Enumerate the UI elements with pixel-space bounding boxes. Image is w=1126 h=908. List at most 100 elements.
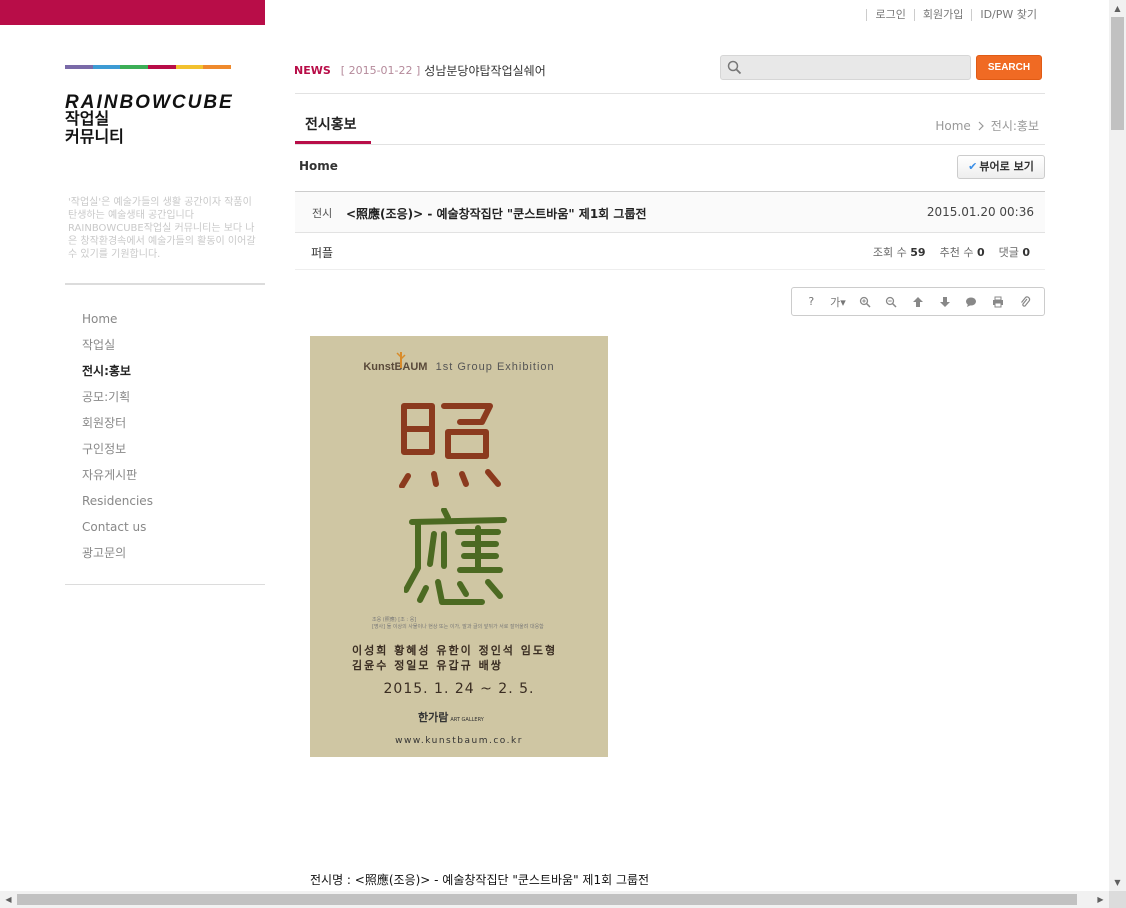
scroll-right-icon[interactable]: ▶ [1092,891,1109,908]
arrow-up-icon[interactable] [908,296,928,308]
post-author[interactable]: 퍼플 [311,244,333,261]
viewer-button[interactable]: ✔ 뷰어로 보기 [957,155,1045,179]
sidebar-item-contact[interactable]: Contact us [82,517,153,543]
breadcrumb-home[interactable]: Home [935,119,970,133]
poster-dates: 2015. 1. 24 ~ 2. 5. [383,681,535,697]
poster-definition: 조응 (照應) [조 : 응] [명사] 둘 이상의 사물이나 현상 또는 이가… [372,617,572,631]
login-link[interactable]: 로그인 [866,9,913,21]
search-box [720,55,971,80]
views-count: 59 [910,246,926,259]
poster-artists-line1: 이성희 황혜성 유한이 정인석 임도형 [352,644,558,657]
sidebar-item-jobs[interactable]: 구인정보 [82,439,153,465]
horizontal-scrollbar[interactable]: ◀ ▶ [0,891,1109,908]
top-accent-bar [0,0,265,25]
print-icon[interactable] [988,296,1008,308]
arrow-down-icon[interactable] [935,296,955,308]
logo-kr-line1: 작업실 [65,109,110,128]
help-button[interactable]: ? [801,295,821,308]
comments-count: 0 [1022,246,1030,259]
poster-gallery-name: 한가람 [418,711,449,724]
horizontal-scroll-thumb[interactable] [17,894,1077,905]
sidebar-item-residencies[interactable]: Residencies [82,491,153,517]
poster-heading: KunstBAUM 1st Group Exhibition [310,361,608,373]
news-date: [ 2015-01-22 ] [340,64,421,77]
attachment-icon[interactable] [1015,295,1035,308]
poster-artists-line2: 김윤수 정일모 유갑규 배쌍 [352,659,503,672]
breadcrumb: Home 전시:홍보 [935,117,1039,134]
sidebar-item-free-board[interactable]: 자유게시판 [82,465,153,491]
title-divider [295,144,1045,145]
site-logo-korean[interactable]: 작업실 커뮤니티 [65,110,165,146]
comments-stat: 댓글 0 [999,244,1030,260]
views-stat: 조회 수 59 [873,244,926,260]
exhibition-poster: KunstBAUM 1st Group Exhibition 조응 (照應) [… [310,336,608,757]
rainbow-segment [120,65,149,69]
scroll-up-icon[interactable]: ▲ [1109,0,1126,17]
poster-gallery: 한가람 ART GALLERY [418,709,484,725]
breadcrumb-current[interactable]: 전시:홍보 [991,117,1039,134]
search-icon [727,60,742,75]
sidebar-divider [65,283,265,285]
vertical-scrollbar[interactable]: ▲ ▼ [1109,0,1126,891]
zoom-out-icon[interactable] [881,296,901,308]
viewer-button-label: 뷰어로 보기 [979,160,1034,173]
post-title: <照應(조응)> - 예술창작집단 "쿤스트바움" 제1회 그룹전 [346,207,647,221]
home-label: Home [299,159,338,173]
font-size-button[interactable]: 가▾ [828,294,848,310]
header-divider [295,93,1045,94]
post-stats: 조회 수 59 추천 수 0 댓글 0 [873,244,1030,260]
poster-calligraphy-jo-icon [399,403,501,488]
chevron-right-icon [978,121,984,130]
poster-definition-line1: 조응 (照應) [조 : 응] [372,617,417,623]
poster-calligraphy-eung-icon [404,508,507,605]
sidebar-nav: Home 작업실 전시:홍보 공모:기획 회원장터 구인정보 자유게시판 Res… [82,309,153,569]
site-intro: '작업실'은 예술가들의 생활 공간이자 작품이 탄생하는 예술생태 공간입니다… [68,197,256,260]
rainbow-segment [175,65,204,69]
poster-url: www.kunstbaum.co.kr [395,736,523,746]
poster-definition-line2: [명사] 둘 이상의 사물이나 현상 또는 이가, 말과 글의 앞뒤가 서로 잘… [372,624,544,630]
check-icon: ✔ [968,160,978,173]
post-header-divider [295,232,1045,233]
recommend-stat: 추천 수 0 [940,244,985,260]
sidebar-item-studio[interactable]: 작업실 [82,335,153,361]
sidebar-item-market[interactable]: 회원장터 [82,413,153,439]
post-datetime: 2015.01.20 00:36 [926,205,1034,219]
signup-link[interactable]: 회원가입 [913,9,971,21]
poster-tree-logo-icon [396,352,406,368]
search-input[interactable] [721,56,970,79]
scroll-left-icon[interactable]: ◀ [0,891,17,908]
views-label: 조회 수 [872,246,907,259]
rainbow-segment [203,65,232,69]
sidebar-item-contest[interactable]: 공모:기획 [82,387,153,413]
poster-artists: 이성희 황혜성 유한이 정인석 임도형 김윤수 정일모 유갑규 배쌍 [352,643,582,673]
find-id-pw-link[interactable]: ID/PW 찾기 [971,9,1037,21]
news-ticker: NEWS [ 2015-01-22 ] 성남분당야탑작업실쉐어 [294,62,546,79]
rainbow-segment [92,65,121,69]
recommend-label: 추천 수 [939,246,974,259]
poster-gallery-sub: ART GALLERY [450,717,484,723]
scroll-down-icon[interactable]: ▼ [1109,874,1126,891]
sidebar-item-exhibition[interactable]: 전시:홍보 [82,361,153,387]
poster-heading-text: 1st Group Exhibition [435,361,555,373]
search-button[interactable]: SEARCH [976,55,1042,80]
comment-icon[interactable] [961,296,981,308]
comments-label: 댓글 [998,246,1019,259]
rainbow-stripe [65,65,232,69]
recommend-count: 0 [976,246,985,259]
sidebar-item-ads[interactable]: 광고문의 [82,543,153,569]
sidebar-item-home[interactable]: Home [82,309,153,335]
board-title: 전시홍보 [305,117,357,133]
scrollbar-corner [1109,891,1126,908]
news-label: NEWS [294,64,331,77]
post-toolbar: ? 가▾ [791,287,1045,316]
news-title[interactable]: 성남분당야탑작업실쉐어 [424,62,545,79]
zoom-in-icon[interactable] [855,296,875,308]
vertical-scroll-thumb[interactable] [1111,17,1124,130]
exhibition-caption: 전시명 : <照應(조응)> - 예술창작집단 "쿤스트바움" 제1회 그룹전 [310,873,650,887]
rainbow-segment [65,65,93,69]
logo-kr-line2: 커뮤니티 [65,127,124,146]
meta-divider [295,269,1045,270]
sidebar-divider [65,584,265,585]
rainbow-segment [148,65,176,69]
post-category: 전시 [312,207,333,220]
